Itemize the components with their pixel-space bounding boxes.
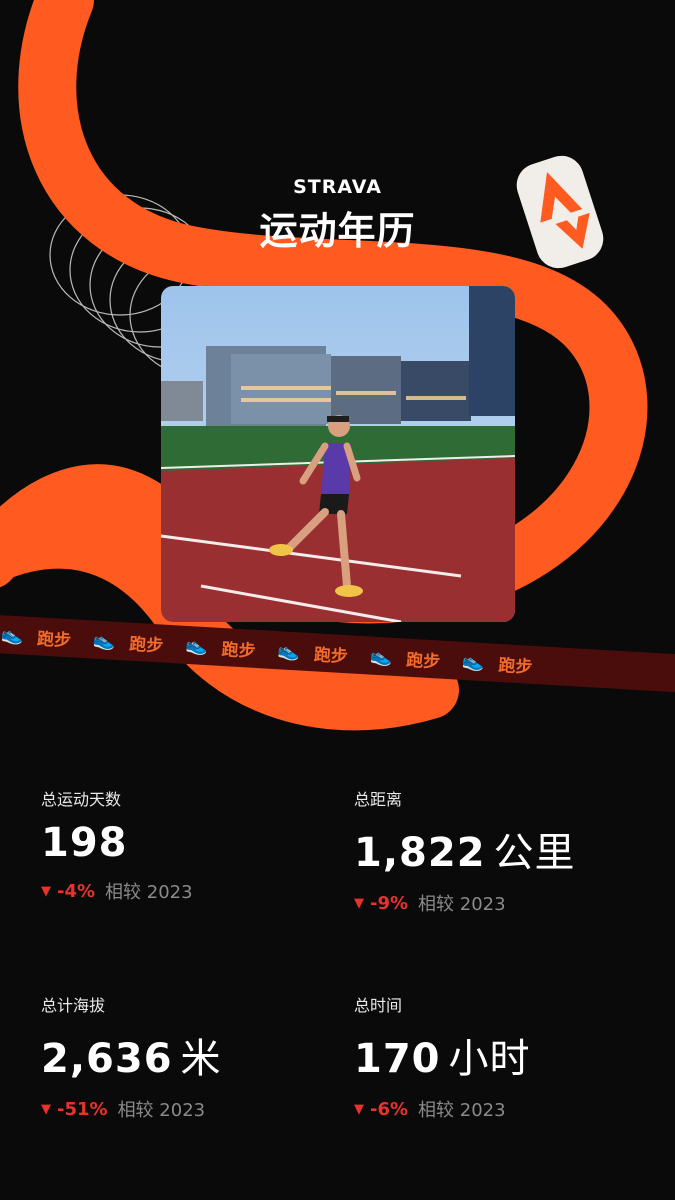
stat-number: 1,822 (354, 830, 486, 876)
tape-segment: 👟 跑步 (0, 622, 72, 651)
tape-label: 跑步 (313, 644, 349, 667)
down-triangle-icon: ▼ (41, 883, 51, 899)
stat-compare-text: 相较 2023 (105, 882, 193, 903)
stat-label: 总运动天数 (41, 790, 122, 809)
tape-segment: 👟 跑步 (277, 638, 349, 667)
stat-compare-text: 相较 2023 (117, 1100, 206, 1121)
stat-total-time: 总时间 170 小时 ▼ -6% 相较 2023 (354, 992, 531, 1122)
tape-segment: 👟 跑步 (92, 627, 164, 656)
stat-total-distance: 总距离 1,822 公里 ▼ -9% 相较 2023 (354, 786, 576, 916)
stat-change: -4% (57, 880, 96, 902)
running-shoe-icon: 👟 (0, 623, 24, 647)
stat-value: 170 小时 (354, 1026, 531, 1084)
stat-total-elevation: 总计海拔 2,636 米 ▼ -51% 相较 2023 (41, 992, 222, 1122)
runner-photo-illustration (161, 286, 515, 622)
stat-compare-text: 相较 2023 (418, 894, 506, 915)
stat-change: -9% (370, 892, 409, 914)
stat-number: 198 (41, 820, 128, 866)
stat-comparison: ▼ -4% 相较 2023 (41, 878, 193, 904)
stat-value: 198 (41, 820, 193, 866)
stat-unit: 公里 (493, 830, 576, 876)
activity-photo (161, 286, 515, 622)
stat-comparison: ▼ -9% 相较 2023 (354, 890, 576, 916)
stat-label: 总时间 (354, 996, 403, 1015)
down-triangle-icon: ▼ (354, 895, 364, 911)
stat-number: 2,636 (41, 1036, 173, 1082)
running-shoe-icon: 👟 (184, 634, 209, 657)
tape-label: 跑步 (221, 639, 257, 662)
running-shoe-icon: 👟 (461, 650, 486, 673)
tape-label: 跑步 (128, 634, 164, 657)
stat-unit: 小时 (448, 1036, 531, 1082)
running-shoe-icon: 👟 (369, 645, 393, 668)
tape-label: 跑步 (497, 655, 533, 678)
down-triangle-icon: ▼ (41, 1101, 51, 1117)
tape-segment: 👟 跑步 (185, 632, 257, 661)
stat-label: 总距离 (354, 790, 403, 809)
stat-compare-text: 相较 2023 (418, 1100, 506, 1121)
stat-comparison: ▼ -51% 相较 2023 (41, 1096, 222, 1122)
running-shoe-icon: 👟 (92, 629, 117, 652)
tape-label: 跑步 (36, 628, 72, 651)
tape-segment: 👟 跑步 (461, 648, 533, 677)
stat-unit: 米 (180, 1036, 222, 1082)
stat-active-days: 总运动天数 198 ▼ -4% 相较 2023 (41, 786, 193, 904)
stat-value: 1,822 公里 (354, 820, 576, 878)
tape-label: 跑步 (405, 650, 441, 673)
stat-number: 170 (354, 1036, 441, 1082)
stat-change: -51% (57, 1098, 108, 1120)
strava-sticker-icon (516, 155, 604, 269)
stat-label: 总计海拔 (41, 996, 106, 1015)
year-in-sport-card: STRAVA 运动年历 👟 跑步 👟 跑步 👟 跑步 👟 跑步 👟 跑步 👟 跑… (0, 0, 675, 1200)
tape-segment: 👟 跑步 (369, 643, 441, 672)
down-triangle-icon: ▼ (354, 1101, 364, 1117)
running-shoe-icon: 👟 (277, 639, 301, 662)
stat-value: 2,636 米 (41, 1026, 222, 1084)
stat-comparison: ▼ -6% 相较 2023 (354, 1096, 531, 1122)
stat-change: -6% (370, 1098, 409, 1120)
